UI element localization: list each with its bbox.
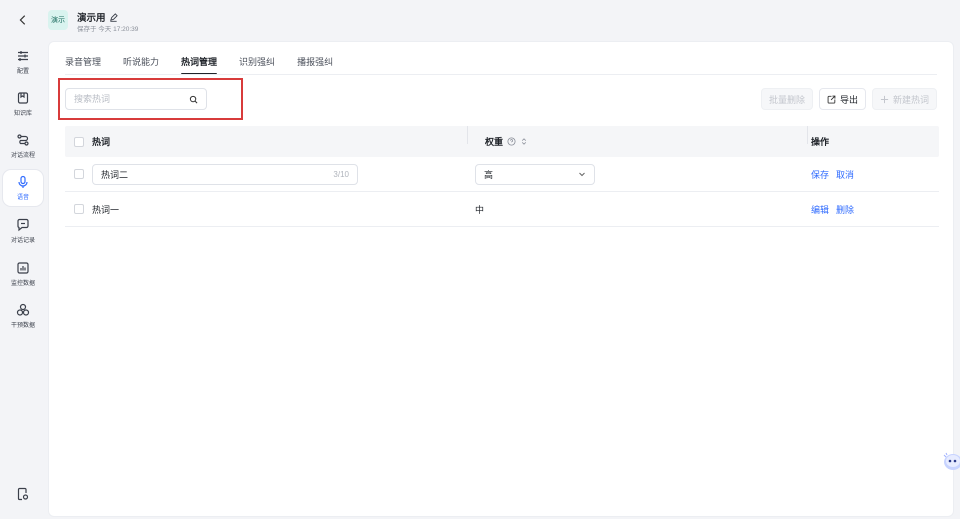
weight-select-value: 高 xyxy=(484,169,494,180)
help-icon[interactable] xyxy=(507,137,516,146)
export-button[interactable]: 导出 xyxy=(818,88,866,110)
nav-item-config[interactable]: 配置 xyxy=(3,44,43,80)
col-header-word: 热词 xyxy=(92,137,111,147)
nav-label: 监控数据 xyxy=(10,281,35,287)
nav-item-records[interactable]: 对话记录 xyxy=(3,213,43,249)
table-row: 热词一 中 编辑 删除 xyxy=(65,192,939,227)
nav-label: 对话记录 xyxy=(10,238,35,244)
new-hotword-button[interactable]: 新建热词 xyxy=(871,88,937,110)
save-status: 保存于 今天 17:20:39 xyxy=(77,26,139,33)
col-header-ops: 操作 xyxy=(807,126,939,148)
left-rail: 配置 知识库 对话流程 语音 对话记录 监控数据 干预数据 xyxy=(0,0,46,519)
assistant-mascot-icon[interactable] xyxy=(942,449,960,471)
book-icon xyxy=(17,92,29,104)
flow-icon xyxy=(17,134,29,146)
circles-icon xyxy=(16,303,30,316)
sliders-icon xyxy=(18,51,28,61)
pencil-icon[interactable] xyxy=(109,12,118,22)
nav-label: 配置 xyxy=(16,69,29,75)
select-all-checkbox[interactable] xyxy=(74,136,84,147)
search-input[interactable] xyxy=(74,94,189,104)
nav-item-kb[interactable]: 知识库 xyxy=(3,86,43,122)
chat-icon xyxy=(17,218,29,232)
weight-text: 中 xyxy=(475,204,485,215)
hotword-edit-input[interactable]: 热词二 3/10 xyxy=(92,163,358,185)
doc-gear-icon xyxy=(17,487,29,501)
hotword-text: 热词一 xyxy=(92,204,120,215)
tab-recognition-correction[interactable]: 识别强纠 xyxy=(239,55,275,75)
delete-link[interactable]: 删除 xyxy=(836,203,854,216)
nav-label: 对话流程 xyxy=(10,153,35,159)
weight-select[interactable]: 高 xyxy=(475,163,595,185)
settings-doc-button[interactable] xyxy=(16,487,30,501)
char-count: 3/10 xyxy=(333,169,349,179)
search-icon[interactable] xyxy=(189,95,198,104)
mic-icon xyxy=(18,175,28,188)
save-link[interactable]: 保存 xyxy=(811,168,829,181)
hotword-edit-value: 热词二 xyxy=(101,169,129,180)
tab-listening[interactable]: 听说能力 xyxy=(123,55,159,75)
search-box[interactable] xyxy=(65,88,207,110)
plus-icon xyxy=(880,95,889,103)
row-checkbox[interactable] xyxy=(74,204,84,214)
export-icon xyxy=(827,95,836,104)
chart-icon xyxy=(17,262,29,274)
nav-item-voice[interactable]: 语音 xyxy=(3,170,43,206)
app-title: 演示用 xyxy=(77,10,118,24)
chevron-left-icon xyxy=(19,15,26,25)
batch-delete-button[interactable]: 批量删除 xyxy=(760,88,813,110)
edit-link[interactable]: 编辑 xyxy=(811,203,829,216)
tab-bar: 录音管理 听说能力 热词管理 识别强纠 播报强纠 xyxy=(65,55,355,75)
sort-icon[interactable] xyxy=(520,137,528,146)
col-header-weight: 权重 xyxy=(467,126,807,148)
nav-item-monitor[interactable]: 监控数据 xyxy=(3,256,43,292)
export-label: 导出 xyxy=(839,94,858,105)
hotword-table: 热词 权重 操作 热词二 3/10 高 保存 取消 热词一 中 编辑 删除 xyxy=(65,126,939,227)
nav-label: 知识库 xyxy=(13,111,32,117)
table-header: 热词 权重 操作 xyxy=(65,126,939,157)
nav-label: 干预数据 xyxy=(10,323,35,329)
tab-hotwords[interactable]: 热词管理 xyxy=(181,55,218,75)
table-row: 热词二 3/10 高 保存 取消 xyxy=(65,157,939,192)
main-card: 录音管理 听说能力 热词管理 识别强纠 播报强纠 批量删除 导出 新建热词 热词… xyxy=(48,41,954,517)
new-hotword-label: 新建热词 xyxy=(892,94,929,105)
tab-divider xyxy=(65,74,937,75)
tab-recordings[interactable]: 录音管理 xyxy=(65,55,101,75)
app-badge: 演示 xyxy=(48,10,68,30)
tab-broadcast-correction[interactable]: 播报强纠 xyxy=(297,55,333,75)
toolbar: 批量删除 导出 新建热词 xyxy=(760,88,937,110)
row-checkbox[interactable] xyxy=(74,169,84,179)
col-header-weight-label: 权重 xyxy=(485,137,504,147)
back-button[interactable] xyxy=(16,13,30,27)
app-title-text: 演示用 xyxy=(77,13,106,24)
nav-item-intervene[interactable]: 干预数据 xyxy=(3,298,43,334)
chevron-down-icon xyxy=(579,172,585,177)
cancel-link[interactable]: 取消 xyxy=(836,168,854,181)
nav-item-flow[interactable]: 对话流程 xyxy=(3,128,43,164)
nav-label: 语音 xyxy=(16,195,29,201)
